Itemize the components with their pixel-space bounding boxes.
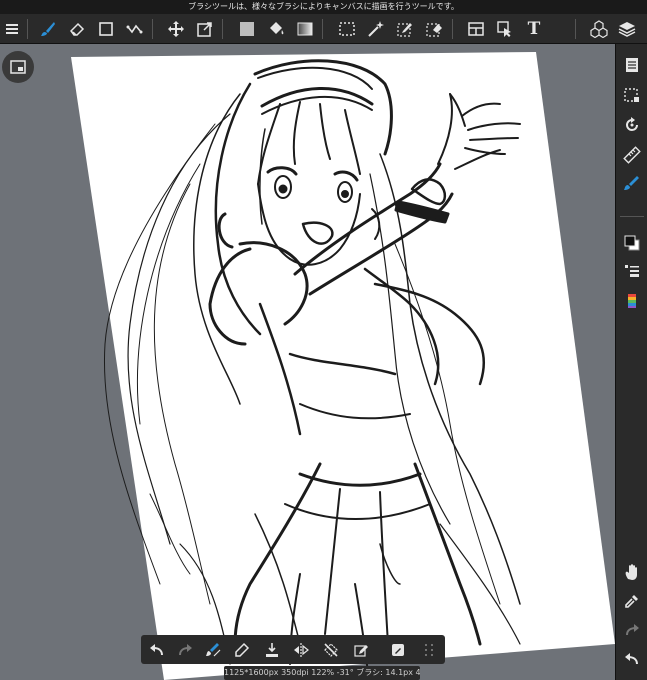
drawing-canvas[interactable] — [0, 44, 615, 680]
undo-icon[interactable] — [145, 638, 169, 661]
ruler-icon[interactable] — [620, 143, 644, 167]
text-tool-glyph: T — [527, 19, 541, 39]
rotate-icon[interactable] — [620, 113, 644, 137]
paper-sheet — [71, 52, 615, 680]
toolbar-divider — [575, 19, 576, 39]
pen-icon[interactable] — [230, 638, 254, 661]
text-icon[interactable]: T — [522, 17, 546, 41]
right-panel — [615, 44, 647, 680]
redo-icon[interactable] — [173, 638, 197, 661]
flip-icon[interactable] — [289, 638, 313, 661]
navigator-button[interactable] — [2, 51, 34, 83]
menu-icon[interactable] — [0, 17, 24, 41]
select-pen-icon[interactable] — [393, 17, 417, 41]
operation-icon[interactable] — [493, 17, 517, 41]
select-eraser-icon[interactable] — [422, 17, 446, 41]
shape-icon[interactable] — [94, 17, 118, 41]
select-icon[interactable] — [335, 17, 359, 41]
eraser-icon[interactable] — [65, 17, 89, 41]
snap-icon[interactable] — [349, 638, 373, 661]
toolbar-divider — [222, 19, 223, 39]
eraser-mode-icon[interactable] — [201, 638, 225, 661]
redo-icon[interactable] — [620, 618, 644, 642]
palette-icon[interactable] — [620, 289, 644, 313]
document-icon[interactable] — [620, 53, 644, 77]
layers-icon[interactable] — [615, 17, 639, 41]
eyedropper-icon[interactable] — [620, 589, 644, 613]
bucket-icon[interactable] — [264, 17, 288, 41]
gradient-icon[interactable] — [293, 17, 317, 41]
brush-list-icon[interactable] — [620, 259, 644, 283]
panel-divider — [620, 216, 644, 217]
brush-icon[interactable] — [36, 17, 60, 41]
toolbar-divider — [27, 19, 28, 39]
brush-select-icon[interactable] — [620, 171, 644, 195]
app-root: ブラシツールは、様々なブラシによりキャンバスに描画を行うツールです。 T 112… — [0, 0, 647, 680]
fill-color-icon[interactable] — [235, 17, 259, 41]
transform-icon[interactable] — [193, 17, 217, 41]
magic-wand-icon[interactable] — [364, 17, 388, 41]
toolbar-divider — [152, 19, 153, 39]
status-bar: ブラシツールは、様々なブラシによりキャンバスに描画を行うツールです。 — [0, 0, 647, 14]
grid-icon[interactable] — [417, 638, 441, 661]
line-tool-icon[interactable] — [123, 17, 147, 41]
move-icon[interactable] — [164, 17, 188, 41]
undo-icon[interactable] — [620, 647, 644, 671]
navigator-icon — [10, 60, 26, 74]
top-toolbar: T — [0, 14, 647, 44]
bottom-toolbar — [141, 635, 445, 664]
edit-icon[interactable] — [386, 638, 410, 661]
canvas-info-bar: 1125*1600px 350dpi 122% -31° ブラシ: 14.1px… — [224, 666, 420, 680]
selection-icon[interactable] — [620, 83, 644, 107]
material-icon[interactable] — [587, 17, 611, 41]
toolbar-divider — [322, 19, 323, 39]
import-icon[interactable] — [260, 638, 284, 661]
frame-icon[interactable] — [464, 17, 488, 41]
canvas-area[interactable] — [0, 44, 615, 680]
hand-icon[interactable] — [620, 560, 644, 584]
snap-off-icon[interactable] — [319, 638, 343, 661]
toolbar-divider — [452, 19, 453, 39]
color-swatch-icon[interactable] — [620, 231, 644, 255]
